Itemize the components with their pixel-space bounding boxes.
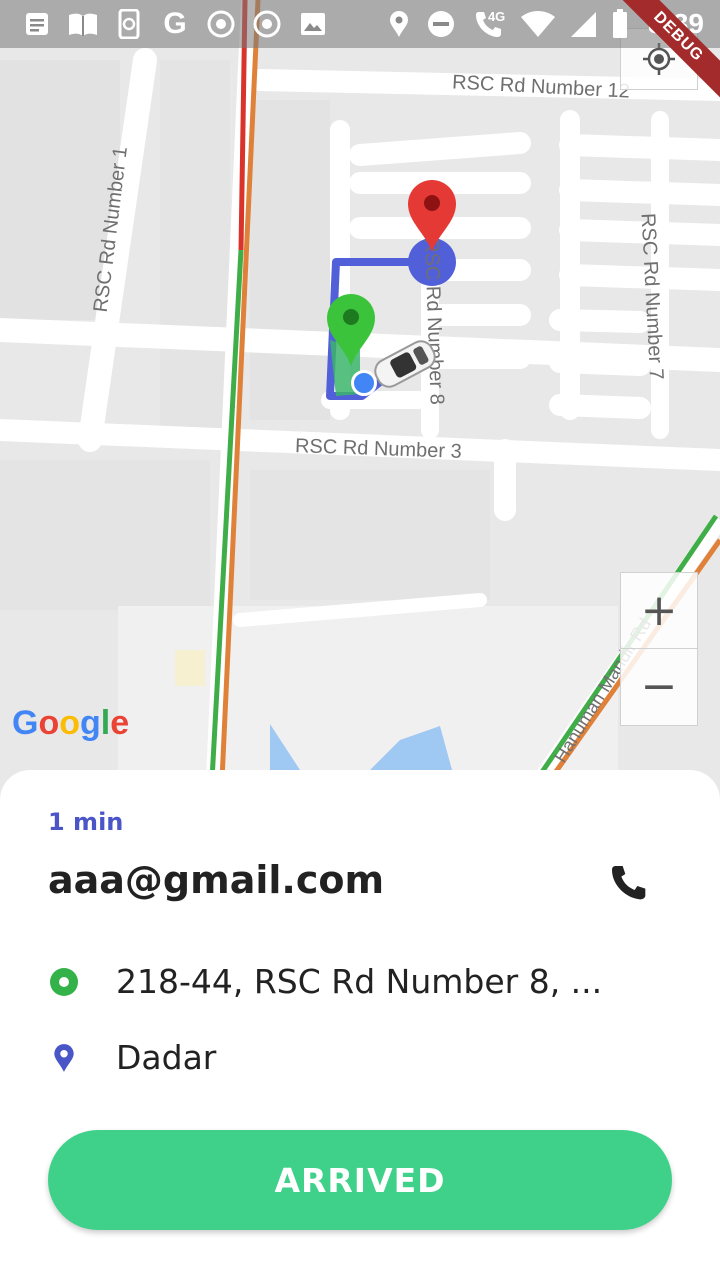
- google-logo-letter: o: [59, 704, 81, 742]
- drop-address: Dadar: [116, 1038, 217, 1077]
- drop-row: Dadar: [48, 1038, 216, 1077]
- zoom-out-icon: −: [640, 661, 678, 712]
- notification-icon: [22, 9, 52, 39]
- zoom-in-icon: +: [640, 585, 678, 636]
- pickup-address: 218-44, RSC Rd Number 8, ...: [116, 962, 603, 1001]
- google-logo-letter: G: [12, 704, 39, 742]
- battery-icon: [610, 9, 630, 39]
- network-type-label: 4G: [487, 9, 506, 24]
- eta-label: 1 min: [48, 808, 124, 836]
- rider-email: aaa@gmail.com: [48, 858, 385, 902]
- zoom-in-button[interactable]: +: [620, 572, 698, 649]
- phone-sync-icon: [114, 9, 144, 39]
- call-icon: 4G: [468, 9, 508, 39]
- zoom-out-button[interactable]: −: [620, 648, 698, 726]
- google-logo-letter: g: [80, 704, 101, 742]
- pickup-row: 218-44, RSC Rd Number 8, ...: [48, 962, 602, 1001]
- location-icon: [384, 9, 414, 39]
- google-logo: Google: [12, 704, 129, 743]
- drop-marker-icon[interactable]: [406, 178, 458, 254]
- arrived-button[interactable]: ARRIVED: [48, 1130, 672, 1230]
- image-icon: [298, 9, 328, 39]
- dnd-icon: [426, 9, 456, 39]
- chrome-icon: [206, 9, 236, 39]
- pickup-dot-icon: [48, 966, 80, 998]
- google-logo-letter: e: [110, 704, 130, 742]
- drop-pin-icon: [48, 1042, 80, 1074]
- trip-bottom-sheet: 1 min aaa@gmail.com 218-44, RSC Rd Numbe…: [0, 770, 720, 1280]
- call-rider-button[interactable]: [604, 858, 652, 906]
- google-logo-letter: l: [100, 704, 111, 742]
- book-icon: [68, 9, 98, 39]
- google-icon: G: [163, 7, 187, 40]
- wifi-icon: [520, 9, 556, 39]
- signal-icon: [568, 9, 598, 39]
- google-logo-letter: o: [38, 704, 60, 742]
- map-view[interactable]: RSC Rd Number 12 RSC Rd Number 1 RSC Rd …: [0, 0, 720, 800]
- phone-icon: [612, 866, 646, 900]
- chrome-icon: [252, 9, 282, 39]
- current-location-dot: [351, 370, 377, 396]
- status-bar: G 4G 8:39: [0, 0, 720, 48]
